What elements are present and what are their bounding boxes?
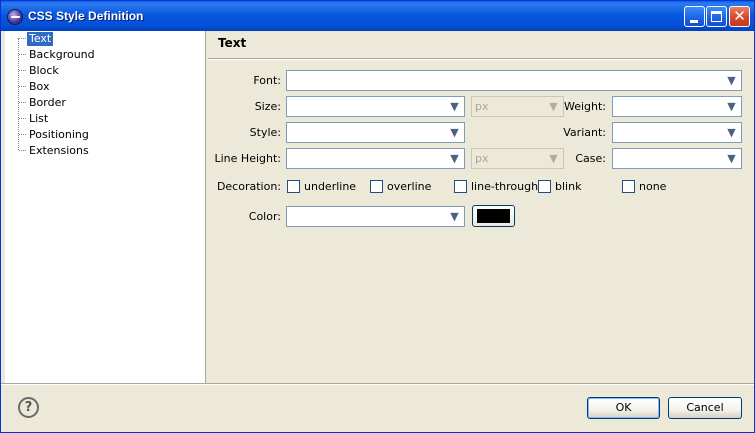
tree-item-border[interactable]: Border bbox=[27, 96, 68, 110]
tree-connector bbox=[19, 86, 26, 87]
style-combo[interactable]: ▼ bbox=[286, 122, 465, 143]
line-height-unit-value: px bbox=[475, 152, 489, 165]
minimize-button[interactable] bbox=[684, 6, 705, 27]
tree-item-extensions[interactable]: Extensions bbox=[27, 144, 91, 158]
ok-button[interactable]: OK bbox=[587, 397, 660, 419]
chevron-down-icon[interactable]: ▼ bbox=[723, 150, 740, 167]
tree-connector bbox=[19, 38, 26, 39]
case-label: Case: bbox=[575, 152, 606, 165]
weight-label: Weight: bbox=[563, 100, 606, 113]
weight-combo[interactable]: ▼ bbox=[612, 96, 742, 117]
chevron-down-icon[interactable]: ▼ bbox=[446, 98, 463, 115]
close-button[interactable]: ✕ bbox=[729, 6, 750, 27]
font-combo[interactable]: ▼ bbox=[286, 70, 742, 91]
variant-combo[interactable]: ▼ bbox=[612, 122, 742, 143]
decoration-label: Decoration: bbox=[216, 180, 281, 193]
dialog-window: CSS Style Definition ✕ Text Background B… bbox=[0, 0, 755, 433]
tree-connector bbox=[19, 102, 26, 103]
none-label: none bbox=[639, 180, 667, 193]
tree-connector bbox=[19, 54, 26, 55]
maximize-button[interactable] bbox=[706, 6, 727, 27]
tree-connector bbox=[19, 134, 26, 135]
line-height-label: Line Height: bbox=[214, 152, 282, 165]
chevron-down-icon[interactable]: ▼ bbox=[446, 208, 463, 225]
size-unit-combo: px ▼ bbox=[471, 96, 564, 117]
checkbox-box[interactable] bbox=[622, 180, 635, 193]
overline-label: overline bbox=[387, 180, 432, 193]
size-unit-value: px bbox=[475, 100, 489, 113]
tree-item-box[interactable]: Box bbox=[27, 80, 51, 94]
window-title: CSS Style Definition bbox=[28, 9, 144, 23]
line-height-unit-combo: px ▼ bbox=[471, 148, 564, 169]
chevron-down-icon[interactable]: ▼ bbox=[446, 124, 463, 141]
color-swatch bbox=[477, 209, 510, 223]
style-label: Style: bbox=[249, 126, 281, 139]
chevron-down-icon[interactable]: ▼ bbox=[446, 150, 463, 167]
header-divider bbox=[208, 58, 752, 60]
chevron-down-icon[interactable]: ▼ bbox=[723, 72, 740, 89]
font-label: Font: bbox=[253, 74, 281, 87]
chevron-down-icon: ▼ bbox=[545, 150, 562, 167]
variant-label: Variant: bbox=[563, 126, 606, 139]
line-height-combo[interactable]: ▼ bbox=[286, 148, 465, 169]
color-label: Color: bbox=[248, 210, 281, 223]
chevron-down-icon: ▼ bbox=[545, 98, 562, 115]
tree-item-text[interactable]: Text bbox=[27, 32, 54, 46]
tree-connector bbox=[19, 150, 26, 151]
tree-connector bbox=[19, 118, 26, 119]
blink-label: blink bbox=[555, 180, 582, 193]
size-label: Size: bbox=[254, 100, 281, 113]
checkbox-box[interactable] bbox=[454, 180, 467, 193]
tree-item-background[interactable]: Background bbox=[27, 48, 97, 62]
chevron-down-icon[interactable]: ▼ bbox=[723, 98, 740, 115]
checkbox-box[interactable] bbox=[370, 180, 383, 193]
category-tree[interactable]: Text Background Block Box Border List Po… bbox=[5, 31, 206, 383]
checkbox-box[interactable] bbox=[287, 180, 300, 193]
size-combo[interactable]: ▼ bbox=[286, 96, 465, 117]
eclipse-app-icon bbox=[7, 9, 23, 25]
minimize-icon bbox=[690, 20, 698, 23]
color-combo[interactable]: ▼ bbox=[286, 206, 465, 227]
underline-label: underline bbox=[304, 180, 357, 193]
tree-connector bbox=[19, 70, 26, 71]
tree-item-list[interactable]: List bbox=[27, 112, 50, 126]
maximize-icon bbox=[711, 11, 722, 22]
page-title: Text bbox=[218, 36, 247, 50]
chevron-down-icon[interactable]: ▼ bbox=[723, 124, 740, 141]
line-through-label: line-through bbox=[471, 180, 539, 193]
tree-item-block[interactable]: Block bbox=[27, 64, 61, 78]
footer-divider bbox=[1, 383, 754, 385]
settings-panel: Text Font: ▼ Size: ▼ px ▼ Weight: ▼ Styl… bbox=[206, 31, 754, 383]
color-picker-button[interactable] bbox=[472, 205, 515, 227]
tree-item-positioning[interactable]: Positioning bbox=[27, 128, 91, 142]
checkbox-box[interactable] bbox=[538, 180, 551, 193]
title-bar[interactable]: CSS Style Definition ✕ bbox=[1, 1, 754, 31]
case-combo[interactable]: ▼ bbox=[612, 148, 742, 169]
close-icon: ✕ bbox=[733, 7, 746, 25]
cancel-button[interactable]: Cancel bbox=[668, 397, 742, 419]
help-icon[interactable]: ? bbox=[18, 397, 39, 418]
